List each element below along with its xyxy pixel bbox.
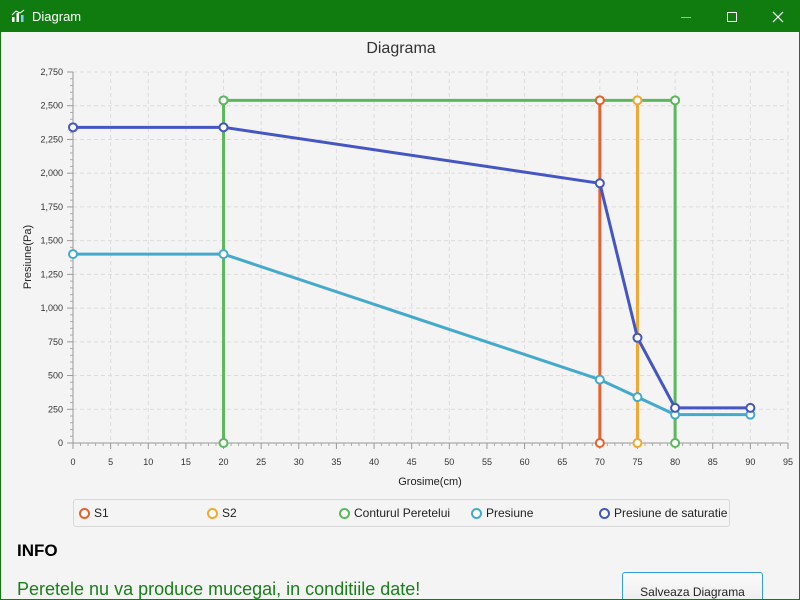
y-tick-label: 2,000 xyxy=(40,168,63,178)
x-tick-label: 70 xyxy=(595,457,605,467)
y-tick-label: 0 xyxy=(58,438,63,448)
legend-label: Conturul Peretelui xyxy=(354,506,451,520)
legend-label: S2 xyxy=(222,506,237,520)
legend-item-presiune: Presiune xyxy=(471,500,533,526)
x-tick-label: 20 xyxy=(219,457,229,467)
chart-legend: S1 S2 Conturul Peretelui Presiune Presiune d… xyxy=(73,499,730,527)
y-axis-label: Presiune(Pa) xyxy=(22,225,34,289)
x-tick-label: 30 xyxy=(294,457,304,467)
x-tick-label: 50 xyxy=(444,457,454,467)
x-tick-label: 40 xyxy=(369,457,379,467)
x-tick-label: 35 xyxy=(331,457,341,467)
x-tick-label: 85 xyxy=(708,457,718,467)
data-point-s1 xyxy=(594,95,605,106)
data-point-conturul-peretelui xyxy=(670,95,681,106)
data-point-conturul-peretelui xyxy=(218,95,229,106)
data-point-presiune-de-saturatie xyxy=(68,122,78,133)
legend-item-s2: S2 xyxy=(207,500,237,526)
y-tick-label: 250 xyxy=(48,404,63,414)
data-point-s2 xyxy=(632,95,643,106)
x-tick-label: 45 xyxy=(407,457,417,467)
y-tick-label: 750 xyxy=(48,337,63,347)
y-tick-label: 2,500 xyxy=(40,101,63,111)
legend-marker-icon xyxy=(79,507,90,519)
legend-item-conturul-peretelui: Conturul Peretelui xyxy=(339,500,450,526)
x-tick-label: 95 xyxy=(783,457,793,467)
legend-marker-icon xyxy=(599,507,610,519)
x-tick-label: 15 xyxy=(181,457,191,467)
x-tick-label: 25 xyxy=(256,457,266,467)
legend-item-presiune-de-saturatie: Presiune de saturatie xyxy=(599,500,727,526)
legend-label: Presiune de saturatie xyxy=(614,506,728,520)
y-tick-label: 1,750 xyxy=(40,202,63,212)
legend-label: Presiune xyxy=(486,506,534,520)
info-message: Peretele nu va produce mucegai, in condi… xyxy=(17,579,421,599)
x-tick-label: 80 xyxy=(670,457,680,467)
legend-label: S1 xyxy=(94,506,109,520)
data-point-presiune-de-saturatie xyxy=(670,402,681,413)
legend-marker-icon xyxy=(207,507,218,519)
legend-marker-icon xyxy=(471,507,482,519)
data-point-s1 xyxy=(594,438,605,448)
y-tick-label: 500 xyxy=(48,371,63,381)
x-axis-label: Grosime(cm) xyxy=(398,476,462,488)
y-tick-label: 2,750 xyxy=(40,67,63,77)
info-heading: INFO xyxy=(17,541,58,560)
data-point-s2 xyxy=(632,438,643,448)
y-tick-label: 1,000 xyxy=(40,303,63,313)
save-diagram-button[interactable]: Salveaza Diagrama xyxy=(622,572,763,599)
data-point-presiune xyxy=(68,249,78,260)
diagram-window: Diagram Diagrama 0 5 10 15 20 25 30 35 40 45 50 55 6… xyxy=(0,0,800,600)
y-tick-label: 1,250 xyxy=(40,269,63,279)
data-point-presiune xyxy=(594,374,605,385)
data-point-presiune-de-saturatie xyxy=(745,402,756,413)
x-tick-label: 60 xyxy=(520,457,530,467)
data-point-presiune-de-saturatie xyxy=(218,122,229,133)
data-point-conturul-peretelui xyxy=(670,438,681,448)
x-tick-label: 5 xyxy=(108,457,113,467)
x-tick-label: 65 xyxy=(557,457,567,467)
data-point-presiune xyxy=(632,392,643,403)
x-tick-label: 55 xyxy=(482,457,492,467)
x-tick-label: 75 xyxy=(632,457,642,467)
line-chart: 0 5 10 15 20 25 30 35 40 45 50 55 60 65 70 75 80 85 90 95 0 2… xyxy=(22,67,793,488)
y-tick-label: 1,500 xyxy=(40,236,63,246)
legend-item-s1: S1 xyxy=(79,500,109,526)
data-point-presiune-de-saturatie xyxy=(632,332,643,343)
data-point-presiune xyxy=(218,249,229,260)
x-tick-label: 90 xyxy=(745,457,755,467)
data-point-presiune-de-saturatie xyxy=(594,178,605,189)
x-tick-label: 0 xyxy=(70,457,75,467)
x-tick-label: 10 xyxy=(143,457,153,467)
y-tick-label: 2,250 xyxy=(40,134,63,144)
legend-marker-icon xyxy=(339,507,350,519)
data-point-conturul-peretelui xyxy=(218,438,229,448)
